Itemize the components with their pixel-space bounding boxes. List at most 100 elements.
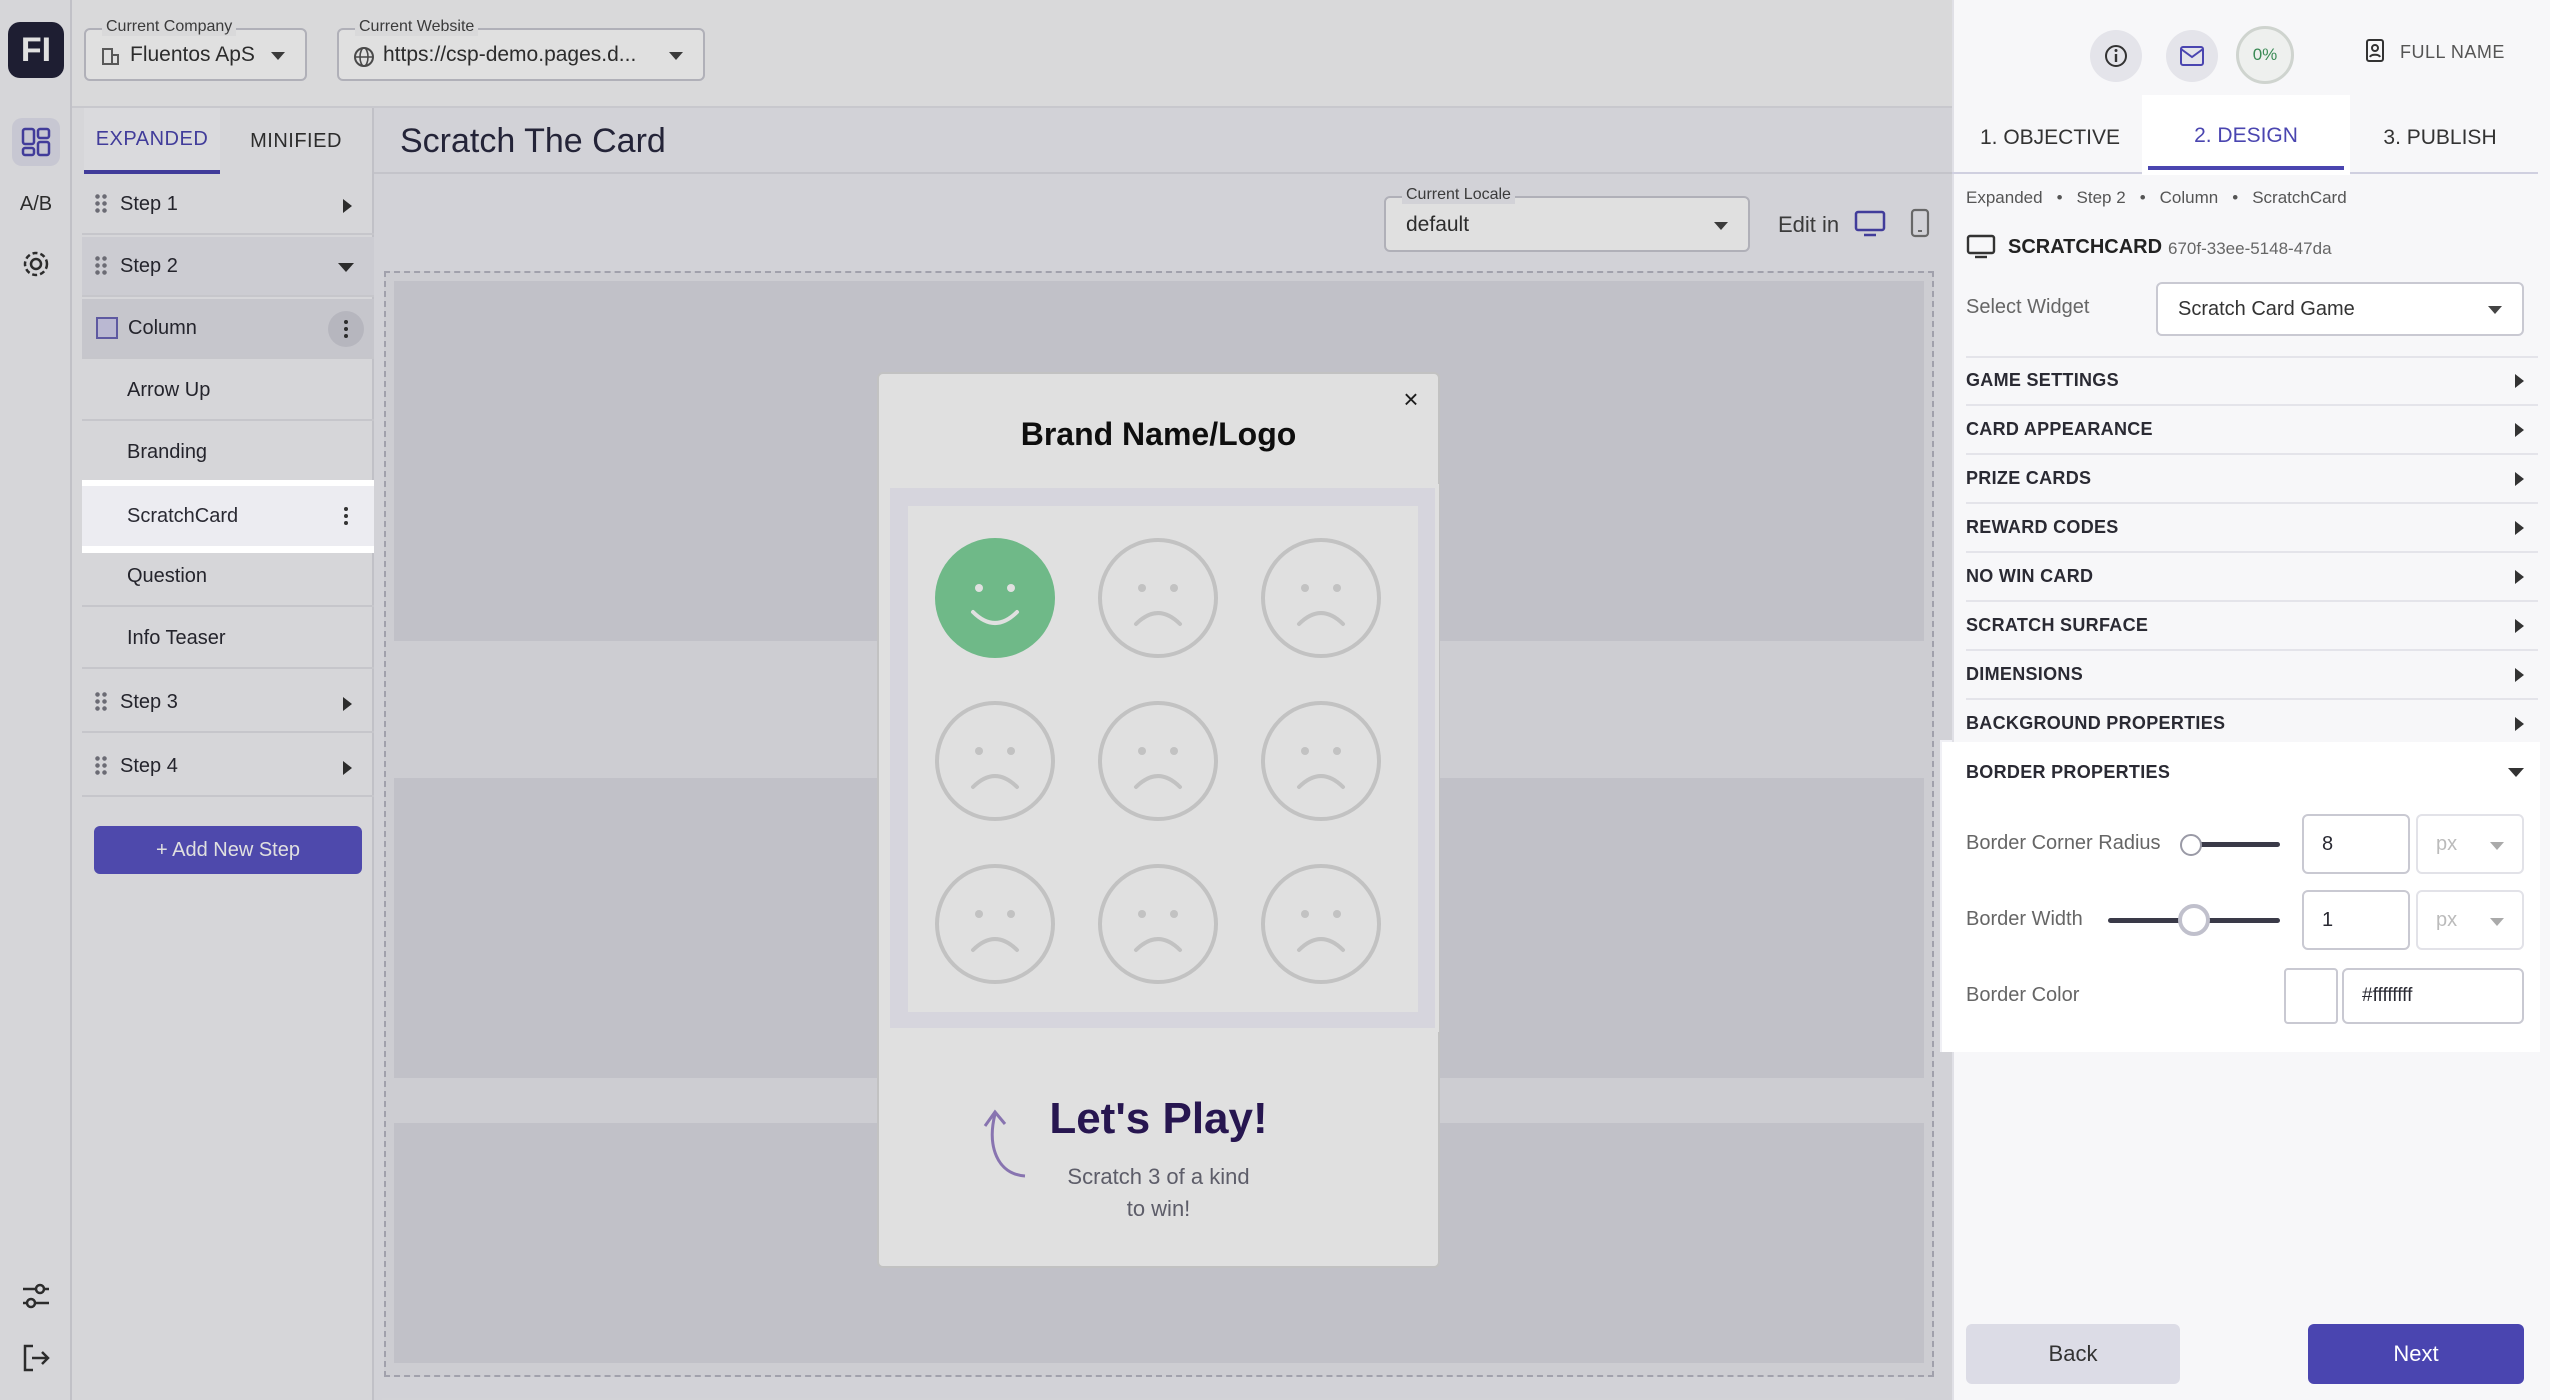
mail-icon[interactable] [2166, 30, 2218, 82]
drag-handle-icon[interactable] [94, 755, 108, 777]
play-subtitle-1: Scratch 3 of a kind [1067, 1164, 1250, 1189]
caret-right-icon [2515, 668, 2524, 682]
section-game-settings[interactable]: GAME SETTINGS [1966, 357, 2538, 406]
user-doc-icon[interactable] [2364, 38, 2388, 69]
breadcrumb-item[interactable]: Step 2 [2077, 188, 2126, 208]
chevron-down-icon [271, 52, 285, 60]
section-border-properties[interactable]: BORDER PROPERTIES [1966, 748, 2538, 797]
caret-down-icon [2508, 768, 2524, 777]
section-scratch-surface[interactable]: SCRATCH SURFACE [1966, 602, 2538, 651]
section-label: NO WIN CARD [1966, 566, 2094, 586]
top-header: Current Company Fluentos ApS Current Web… [72, 0, 1952, 108]
tree-item-label: Column [128, 316, 197, 339]
border-radius-label: Border Corner Radius [1966, 832, 2161, 854]
tab-publish[interactable]: 3. PUBLISH [2350, 106, 2530, 170]
desktop-icon[interactable] [1854, 210, 1886, 243]
caret-right-icon [2515, 423, 2524, 437]
border-radius-unit-select[interactable]: px [2416, 814, 2524, 874]
border-width-input[interactable]: 1 [2302, 890, 2410, 950]
gear-icon[interactable] [12, 240, 60, 288]
website-select[interactable]: Current Website https://csp-demo.pages.d… [337, 18, 705, 81]
widget-select-value: Scratch Card Game [2178, 298, 2355, 320]
happy-face-icon [935, 538, 1055, 658]
border-color-input[interactable]: #ffffffff [2342, 968, 2524, 1024]
app-logo[interactable]: FI [8, 22, 64, 78]
border-radius-slider-thumb[interactable] [2180, 834, 2202, 856]
mobile-icon[interactable] [1910, 208, 1930, 243]
border-width-unit-select[interactable]: px [2416, 890, 2524, 950]
tree-scratchcard-selected[interactable]: ScratchCard [82, 486, 374, 546]
drag-handle-icon[interactable] [94, 193, 108, 215]
sad-face-icon [1098, 538, 1218, 658]
tree-step-3[interactable]: Step 3 [82, 673, 374, 733]
tree-step-2[interactable]: Step 2 [82, 237, 374, 297]
breadcrumb: Expanded • Step 2 • Column • ScratchCard [1966, 188, 2347, 208]
section-prize-cards[interactable]: PRIZE CARDS [1966, 455, 2538, 504]
info-icon[interactable] [2090, 30, 2142, 82]
logout-icon[interactable] [12, 1334, 60, 1382]
sliders-icon[interactable] [12, 1272, 60, 1320]
sad-face-icon [1098, 864, 1218, 984]
company-select[interactable]: Current Company Fluentos ApS [84, 18, 307, 81]
ab-test-icon[interactable]: A/B [12, 180, 60, 228]
caret-right-icon [2515, 570, 2524, 584]
tree-arrow-up[interactable]: Arrow Up [82, 361, 374, 421]
kebab-icon[interactable] [344, 514, 348, 518]
border-color-swatch[interactable] [2284, 968, 2338, 1024]
user-name[interactable]: FULL NAME [2400, 42, 2505, 63]
section-label: PRIZE CARDS [1966, 468, 2092, 488]
scratch-grid[interactable] [886, 484, 1439, 1032]
breadcrumb-item[interactable]: Column [2160, 188, 2219, 208]
tree-info-teaser[interactable]: Info Teaser [82, 609, 374, 669]
layout-icon[interactable] [12, 118, 60, 166]
breadcrumb-separator: • [2056, 188, 2063, 207]
tree-item-label: Step 1 [120, 192, 178, 215]
tree-step-4[interactable]: Step 4 [82, 737, 374, 797]
section-label: BORDER PROPERTIES [1966, 762, 2171, 782]
column-icon [96, 317, 118, 339]
more-menu-button[interactable] [328, 311, 364, 347]
add-new-step-button[interactable]: + Add New Step [94, 826, 362, 874]
divider [374, 172, 1952, 174]
tree-question[interactable]: Question [82, 547, 374, 607]
widget-select[interactable]: Scratch Card Game [2156, 282, 2524, 336]
chevron-down-icon [1714, 222, 1728, 230]
breadcrumb-item[interactable]: Expanded [1966, 188, 2043, 208]
caret-right-icon [2515, 374, 2524, 388]
tree-step-1[interactable]: Step 1 [82, 175, 374, 235]
caret-right-icon [2515, 472, 2524, 486]
kebab-icon [344, 327, 348, 331]
caret-right-icon[interactable] [343, 761, 352, 775]
section-no-win-card[interactable]: NO WIN CARD [1966, 553, 2538, 602]
sad-face-icon [1098, 701, 1218, 821]
section-label: REWARD CODES [1966, 517, 2119, 537]
locale-select[interactable]: Current Locale default [1384, 186, 1750, 252]
tree-item-label: Info Teaser [127, 626, 226, 649]
caret-down-icon[interactable] [338, 263, 354, 272]
tab-objective[interactable]: 1. OBJECTIVE [1960, 106, 2140, 170]
tab-design[interactable]: 2. DESIGN [2148, 106, 2344, 170]
breadcrumb-item[interactable]: ScratchCard [2252, 188, 2346, 208]
sad-face-icon [935, 701, 1055, 821]
next-button[interactable]: Next [2308, 1324, 2524, 1384]
close-icon[interactable]: × [1398, 384, 1424, 414]
drag-handle-icon[interactable] [94, 255, 108, 277]
page-title: Scratch The Card [400, 122, 666, 160]
border-radius-input[interactable]: 8 [2302, 814, 2410, 874]
section-dimensions[interactable]: DIMENSIONS [1966, 651, 2538, 700]
section-reward-codes[interactable]: REWARD CODES [1966, 504, 2538, 553]
tab-expanded[interactable]: EXPANDED [84, 108, 220, 174]
caret-right-icon[interactable] [343, 697, 352, 711]
section-card-appearance[interactable]: CARD APPEARANCE [1966, 406, 2538, 455]
drag-handle-icon[interactable] [94, 691, 108, 713]
back-button[interactable]: Back [1966, 1324, 2180, 1384]
tree-branding[interactable]: Branding [82, 423, 374, 483]
tab-minified[interactable]: MINIFIED [228, 108, 364, 174]
unit-value: px [2436, 832, 2458, 855]
caret-right-icon[interactable] [343, 199, 352, 213]
section-label: DIMENSIONS [1966, 664, 2084, 684]
company-select-value: Fluentos ApS [130, 43, 255, 66]
sad-face-icon [1261, 538, 1381, 658]
border-width-slider-thumb[interactable] [2178, 904, 2210, 936]
tree-column[interactable]: Column [82, 299, 374, 359]
